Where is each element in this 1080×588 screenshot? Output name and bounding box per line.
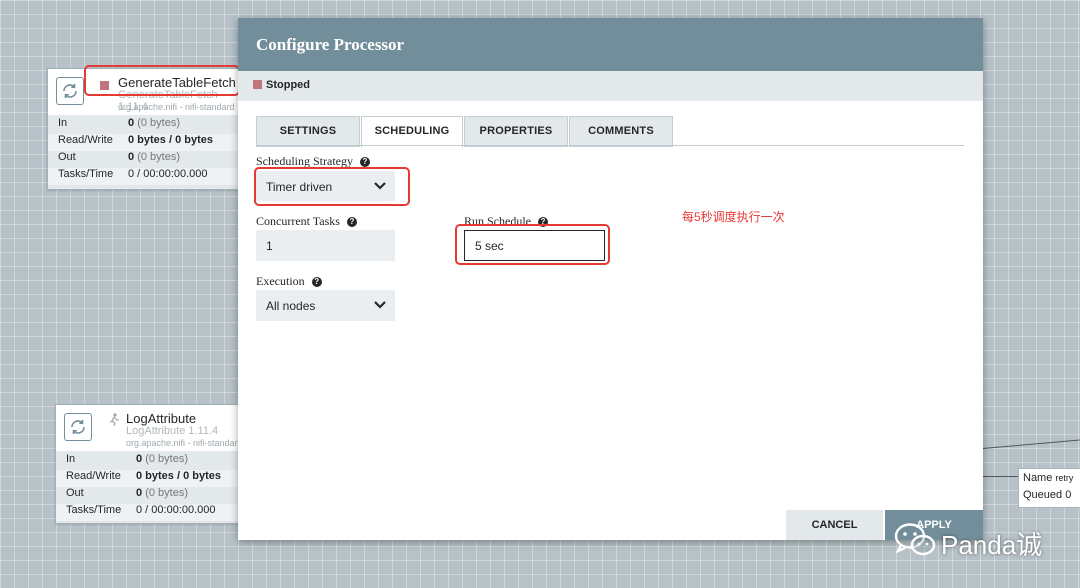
processor-refresh-icon [64, 413, 92, 441]
processor-stats: In 0 (0 bytes) Read/Write 0 bytes / 0 byte… [56, 451, 246, 523]
highlight-run-schedule [455, 224, 610, 265]
processor-header: LogAttribute LogAttribute 1.11.4 org.apa… [56, 405, 246, 451]
processor-bundle: org.apache.nifi - nifi-standard [126, 438, 243, 448]
connection-label[interactable]: Name retry Queued 0 [1018, 468, 1080, 508]
stopped-icon [253, 80, 262, 89]
help-icon[interactable]: ? [311, 277, 322, 287]
status-text: Stopped [266, 79, 310, 91]
connection-name-value: retry [1055, 473, 1074, 483]
stat-row-out: Out 0 (0 bytes) [58, 151, 180, 163]
connection-queued-key: Queued [1023, 489, 1063, 501]
cancel-button[interactable]: CANCEL [786, 510, 883, 540]
tab-scheduling[interactable]: SCHEDULING [361, 116, 463, 148]
help-icon[interactable]: ? [346, 217, 357, 227]
dialog-status-bar: Stopped [238, 71, 983, 101]
execution-label: Execution? [256, 274, 322, 289]
dialog-header: Configure Processor [238, 18, 983, 71]
connection-line-stub [983, 476, 1019, 477]
tab-comments[interactable]: COMMENTS [569, 116, 673, 147]
processor-log-attribute[interactable]: LogAttribute LogAttribute 1.11.4 org.apa… [55, 404, 247, 524]
dialog-title: Configure Processor [256, 35, 405, 54]
connection-queued-value: 0 [1065, 489, 1072, 501]
processor-refresh-icon [56, 77, 84, 105]
configure-processor-dialog: Configure Processor Stopped SETTINGS SCH… [238, 18, 983, 540]
stat-row-read-write: Read/Write 0 bytes / 0 bytes [56, 470, 246, 487]
watermark-text: Panda诚 [941, 530, 1043, 560]
tab-properties[interactable]: PROPERTIES [464, 116, 568, 147]
wechat-icon [894, 523, 936, 556]
stat-row-in: In 0 (0 bytes) [66, 453, 188, 465]
help-icon[interactable]: ? [359, 157, 370, 167]
highlight-processor-name [84, 65, 240, 96]
stat-row-tasks-time: Tasks/Time 0 / 00:00:00.000 [48, 168, 248, 185]
tab-divider [256, 145, 964, 146]
stat-row-read-write: Read/Write 0 bytes / 0 bytes [48, 134, 248, 151]
chevron-down-icon [374, 299, 386, 313]
concurrent-tasks-label: Concurrent Tasks? [256, 214, 357, 229]
connection-line[interactable] [982, 439, 1080, 449]
processor-type: LogAttribute 1.11.4 [126, 425, 219, 437]
tab-settings[interactable]: SETTINGS [256, 116, 360, 147]
stat-row-in: In 0 (0 bytes) [58, 117, 180, 129]
connection-name-key: Name [1023, 472, 1053, 484]
running-icon [108, 413, 120, 427]
annotation-note: 每5秒调度执行一次 [682, 210, 785, 224]
processor-name: LogAttribute [126, 411, 197, 426]
stat-row-tasks-time: Tasks/Time 0 / 00:00:00.000 [56, 504, 246, 521]
concurrent-tasks-input[interactable]: 1 [256, 230, 395, 261]
processor-bundle: org.apache.nifi - nifi-standard [118, 102, 235, 112]
processor-stats: In 0 (0 bytes) Read/Write 0 bytes / 0 byte… [48, 115, 248, 189]
execution-select[interactable]: All nodes [256, 290, 395, 321]
stat-row-out: Out 0 (0 bytes) [66, 487, 188, 499]
highlight-scheduling-strategy [254, 167, 410, 206]
